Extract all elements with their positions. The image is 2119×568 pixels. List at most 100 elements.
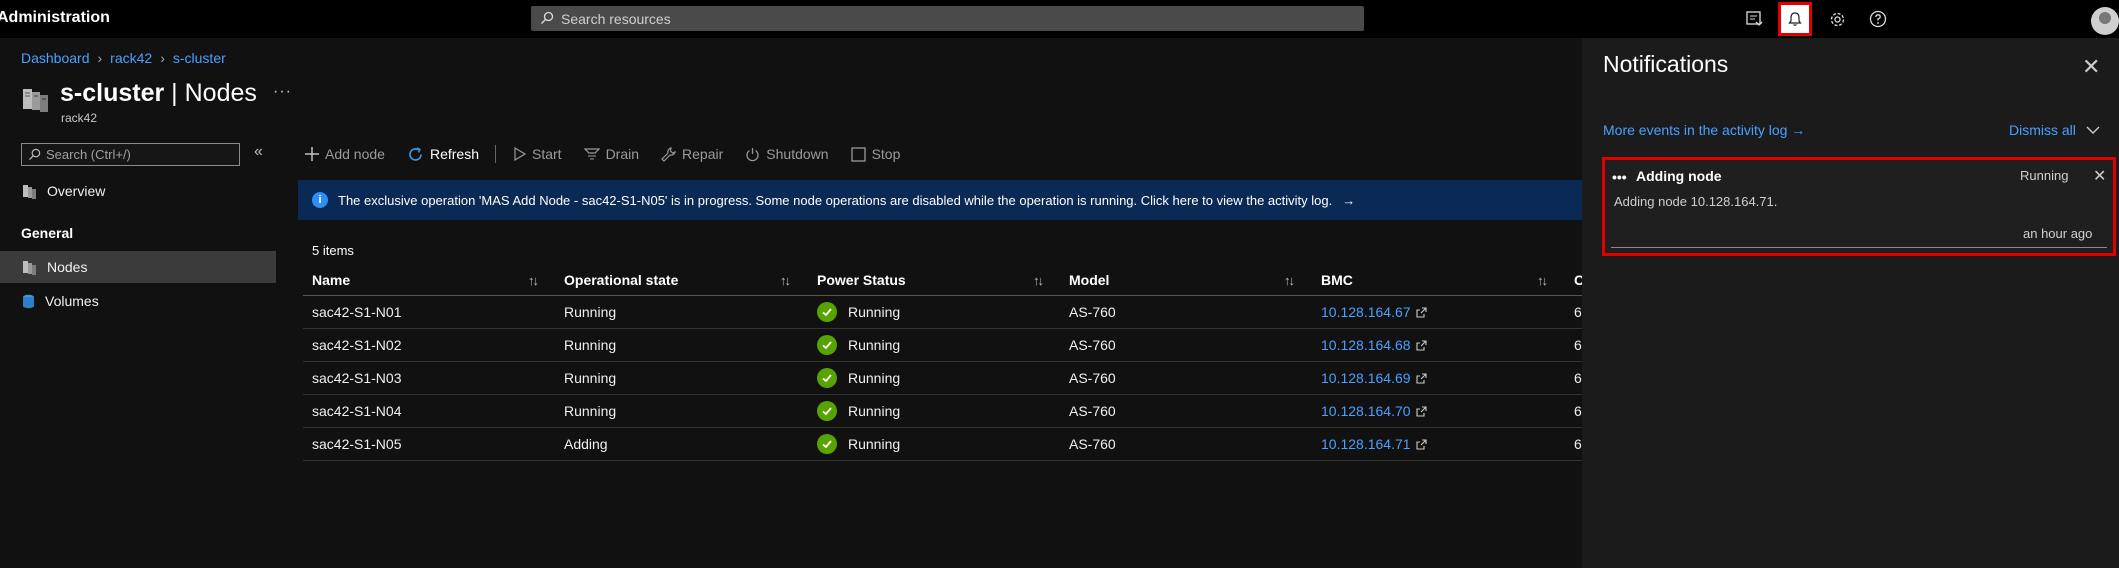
in-progress-dots-icon: ••• [1612, 169, 1627, 185]
collapse-sidebar-icon[interactable]: « [254, 143, 263, 161]
cell-power-status: Running [817, 329, 900, 361]
cell-model: AS-760 [1069, 436, 1116, 452]
app-title[interactable]: Administration [0, 9, 110, 27]
notification-title: Adding node [1636, 168, 1722, 184]
external-link-icon[interactable] [1415, 438, 1427, 450]
notification-card[interactable]: ••• Adding node Running ✕ Adding node 10… [1602, 157, 2116, 256]
sort-icon[interactable]: ↑↓ [1537, 273, 1548, 288]
bmc-link[interactable]: 10.128.164.68 [1321, 337, 1411, 353]
start-button[interactable]: Start [514, 146, 562, 162]
cell-name[interactable]: sac42-S1-N01 [312, 296, 402, 328]
notifications-bell-icon[interactable] [1778, 2, 1812, 36]
column-header-bmc[interactable]: BMC [1321, 264, 1353, 295]
chevron-right-icon: › [97, 50, 103, 66]
cell-bmc: 10.128.164.68 [1321, 329, 1427, 361]
cell-power-status: Running [817, 428, 900, 460]
notifications-title: Notifications [1603, 51, 1729, 77]
success-check-icon [817, 368, 837, 388]
table-row[interactable]: sac42-S1-N03 Running Running AS-760 10.1… [303, 362, 1583, 395]
drain-button[interactable]: Drain [583, 146, 639, 162]
column-header-model[interactable]: Model [1069, 264, 1109, 295]
external-link-icon[interactable] [1415, 339, 1427, 351]
stop-icon [850, 146, 866, 162]
cell-operational-state: Running [564, 403, 617, 419]
help-question-icon[interactable] [1864, 5, 1892, 33]
drain-icon [583, 148, 600, 160]
refresh-icon [409, 146, 422, 161]
toolbar-divider [494, 145, 496, 163]
page-subtitle: rack42 [61, 111, 98, 125]
bmc-link[interactable]: 10.128.164.70 [1321, 403, 1411, 419]
banner-text: The exclusive operation 'MAS Add Node - … [338, 192, 1333, 208]
cell-model: AS-760 [1069, 403, 1116, 419]
sort-icon[interactable]: ↑↓ [1033, 273, 1044, 288]
bmc-link[interactable]: 10.128.164.71 [1321, 436, 1411, 452]
sidebar-search-input[interactable]: Search (Ctrl+/) [21, 143, 240, 166]
cell-operational-state: Running [564, 337, 617, 353]
global-search[interactable]: Search resources [531, 6, 1364, 31]
bmc-link[interactable]: 10.128.164.67 [1321, 304, 1411, 320]
table-header: Name ↑↓ Operational state ↑↓ Power Statu… [303, 264, 1584, 296]
play-icon [514, 147, 526, 161]
sidebar-search-placeholder: Search (Ctrl+/) [46, 147, 131, 162]
column-header-power-status[interactable]: Power Status [817, 264, 906, 295]
power-icon [746, 147, 759, 161]
sort-icon[interactable]: ↑↓ [528, 273, 539, 288]
bmc-link[interactable]: 10.128.164.69 [1321, 370, 1411, 386]
close-icon[interactable]: ✕ [2082, 54, 2100, 80]
top-bar: Administration Search resources [0, 0, 2119, 38]
chevron-down-icon [2086, 126, 2100, 134]
external-link-icon[interactable] [1415, 306, 1427, 318]
sidebar-item-overview[interactable]: Overview [0, 175, 276, 207]
cell-c: 6 [1574, 403, 1582, 419]
cell-name[interactable]: sac42-S1-N04 [312, 395, 402, 427]
cell-name[interactable]: sac42-S1-N02 [312, 329, 402, 361]
progress-divider [1611, 247, 2107, 248]
sidebar-item-nodes[interactable]: Nodes [0, 251, 276, 283]
notifications-panel: Notifications ✕ More events in the activ… [1582, 38, 2119, 568]
column-header-name[interactable]: Name [312, 264, 350, 295]
refresh-button[interactable]: Refresh [407, 146, 479, 163]
dismiss-notification-icon[interactable]: ✕ [2093, 166, 2106, 186]
activity-log-link[interactable]: More events in the activity log → [1603, 122, 1805, 138]
cell-bmc: 10.128.164.71 [1321, 428, 1427, 460]
wrench-icon [661, 146, 676, 162]
cell-power-status: Running [817, 362, 900, 394]
external-link-icon[interactable] [1415, 372, 1427, 384]
shutdown-button[interactable]: Shutdown [745, 146, 829, 162]
info-icon: i [312, 192, 328, 208]
page-title: s-cluster | Nodes [60, 79, 257, 107]
breadcrumb-rack42[interactable]: rack42 [110, 50, 152, 66]
cell-name[interactable]: sac42-S1-N03 [312, 362, 402, 394]
success-check-icon [817, 302, 837, 322]
breadcrumb-dashboard[interactable]: Dashboard [21, 50, 90, 66]
sort-icon[interactable]: ↑↓ [1284, 273, 1295, 288]
table-row[interactable]: sac42-S1-N01 Running Running AS-760 10.1… [303, 296, 1583, 329]
cell-name[interactable]: sac42-S1-N05 [312, 428, 402, 460]
stop-button[interactable]: Stop [850, 146, 900, 162]
server-cluster-icon [23, 260, 36, 275]
dismiss-all-button[interactable]: Dismiss all [2009, 122, 2100, 138]
more-options-icon[interactable]: ··· [273, 83, 292, 101]
repair-button[interactable]: Repair [661, 146, 723, 162]
add-node-button[interactable]: Add node [305, 146, 385, 162]
user-avatar[interactable] [2091, 7, 2119, 35]
table-row[interactable]: sac42-S1-N02 Running Running AS-760 10.1… [303, 329, 1583, 362]
success-check-icon [817, 335, 837, 355]
search-icon [541, 11, 554, 24]
items-count: 5 items [312, 243, 354, 258]
table-row[interactable]: sac42-S1-N04 Running Running AS-760 10.1… [303, 395, 1583, 428]
cell-c: 6 [1574, 370, 1582, 386]
sidebar-item-volumes[interactable]: Volumes [0, 285, 276, 317]
server-cluster-icon [23, 89, 48, 112]
table-row[interactable]: sac42-S1-N05 Adding Running AS-760 10.12… [303, 428, 1583, 461]
sort-icon[interactable]: ↑↓ [780, 273, 791, 288]
breadcrumb-s-cluster[interactable]: s-cluster [173, 50, 226, 66]
cloud-shell-icon[interactable] [1740, 5, 1768, 33]
cell-power-status: Running [817, 296, 900, 328]
settings-gear-icon[interactable] [1823, 5, 1851, 33]
operation-in-progress-banner[interactable]: i The exclusive operation 'MAS Add Node … [298, 180, 1582, 220]
column-header-operational-state[interactable]: Operational state [564, 264, 678, 295]
cell-power-status: Running [817, 395, 900, 427]
external-link-icon[interactable] [1415, 405, 1427, 417]
